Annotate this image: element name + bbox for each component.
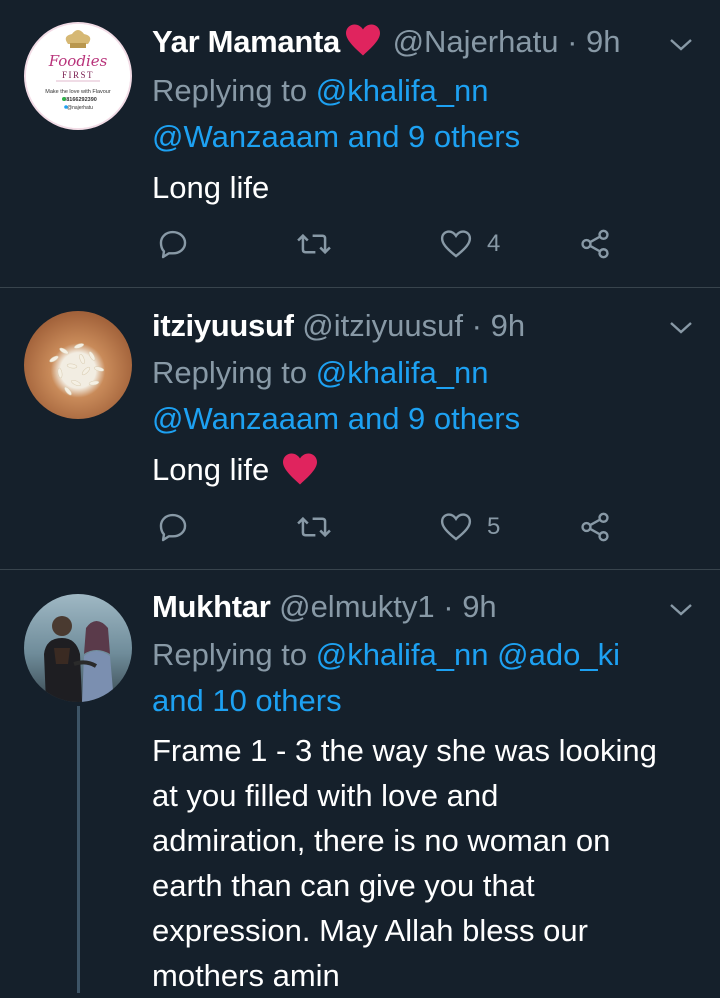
like-button[interactable]: 4 <box>439 227 500 261</box>
replying-to-label: Replying to <box>152 73 308 108</box>
rice-grains-photo <box>49 343 105 396</box>
share-button[interactable] <box>578 227 612 261</box>
tweet-text: Frame 1 - 3 the way she was looking at y… <box>152 728 712 998</box>
display-name[interactable]: Yar Mamanta <box>152 24 340 59</box>
tweet-text-line: mothers amin <box>152 958 340 993</box>
tweet-text: Long life <box>152 170 270 205</box>
username-handle[interactable]: @Najerhatu <box>393 24 559 59</box>
tweet-header: itziyuusuf @itziyuusuf · 9h <box>152 307 680 345</box>
timestamp[interactable]: 9h <box>462 589 496 624</box>
replying-to-label: Replying to <box>152 355 308 390</box>
tweet[interactable]: itziyuusuf @itziyuusuf · 9h Replying to … <box>0 288 720 570</box>
mention-link[interactable]: @khalifa_nn <box>316 355 489 390</box>
share-icon <box>581 229 609 259</box>
tweet-header: Yar Mamanta @Najerhatu · 9h <box>152 23 680 61</box>
svg-text:FIRST: FIRST <box>62 70 94 80</box>
replying-to: Replying to @khalifa_nn @Wanzaaam and 9 … <box>152 350 712 442</box>
retweet-icon <box>297 516 331 538</box>
tweet-actions: 5 <box>152 510 652 550</box>
mention-link[interactable]: @khalifa_nn @ado_ki <box>316 637 620 672</box>
separator: · <box>567 24 578 59</box>
mention-others-link[interactable]: and 10 others <box>152 678 712 724</box>
chevron-down-icon[interactable] <box>668 36 694 54</box>
svg-text:@najerhatu: @najerhatu <box>67 105 93 111</box>
replying-to: Replying to @khalifa_nn @Wanzaaam and 9 … <box>152 68 712 160</box>
tweet-text-line: at you filled with love and <box>152 778 499 813</box>
tweet-text-line: Frame 1 - 3 the way she was looking <box>152 733 657 768</box>
mention-others-link[interactable]: @Wanzaaam and 9 others <box>152 114 712 160</box>
tweet-text-line: earth than can give you that <box>152 868 535 903</box>
like-count: 4 <box>487 230 501 257</box>
tweet-text-line: admiration, there is no woman on <box>152 823 611 858</box>
svg-text:Foodies: Foodies <box>48 52 108 70</box>
avatar[interactable]: Foodies FIRST Make the love with Flavour… <box>24 22 132 130</box>
tweet-text-content: Long life <box>152 452 270 487</box>
reply-icon <box>159 230 187 259</box>
share-button[interactable] <box>578 510 612 544</box>
tweet[interactable]: Mukhtar @elmukty1 · 9h Replying to @khal… <box>0 570 720 993</box>
tweet[interactable]: Foodies FIRST Make the love with Flavour… <box>0 0 720 288</box>
share-icon <box>581 512 609 542</box>
like-icon <box>440 513 472 541</box>
tweet-header: Mukhtar @elmukty1 · 9h <box>152 588 680 626</box>
couple-photo <box>44 616 114 702</box>
heart-emoji <box>345 24 380 56</box>
chevron-down-icon[interactable] <box>668 319 694 337</box>
replying-to: Replying to @khalifa_nn @ado_ki and 10 o… <box>152 632 712 724</box>
separator: · <box>443 589 454 624</box>
display-name[interactable]: itziyuusuf <box>152 308 294 343</box>
reply-button[interactable] <box>156 510 190 544</box>
username-handle[interactable]: @itziyuusuf <box>302 308 463 343</box>
mention-others-link[interactable]: @Wanzaaam and 9 others <box>152 396 712 442</box>
tweet-text-line: expression. May Allah bless our <box>152 913 588 948</box>
retweet-icon <box>297 233 331 255</box>
tweet-text: Long life <box>152 447 712 492</box>
avatar[interactable] <box>24 311 132 419</box>
thread-connector-line <box>77 706 80 993</box>
foodies-first-logo: Foodies FIRST Make the love with Flavour… <box>26 24 130 128</box>
retweet-button[interactable] <box>296 510 332 544</box>
like-button[interactable]: 5 <box>439 510 500 544</box>
chevron-down-icon[interactable] <box>668 601 694 619</box>
retweet-button[interactable] <box>296 227 332 261</box>
display-name[interactable]: Mukhtar <box>152 589 271 624</box>
heart-emoji <box>282 453 317 485</box>
reply-icon <box>159 513 187 542</box>
svg-text:08166292390: 08166292390 <box>63 97 97 103</box>
separator: · <box>471 308 482 343</box>
replying-to-label: Replying to <box>152 637 308 672</box>
avatar[interactable] <box>24 594 132 702</box>
reply-button[interactable] <box>156 227 190 261</box>
like-icon <box>440 230 472 258</box>
timestamp[interactable]: 9h <box>491 308 525 343</box>
mention-link[interactable]: @khalifa_nn <box>316 73 489 108</box>
like-count: 5 <box>487 513 501 540</box>
username-handle[interactable]: @elmukty1 <box>279 589 435 624</box>
timestamp[interactable]: 9h <box>586 24 620 59</box>
tweet-actions: 4 <box>152 227 652 267</box>
svg-text:Make the love with Flavour: Make the love with Flavour <box>45 89 111 95</box>
